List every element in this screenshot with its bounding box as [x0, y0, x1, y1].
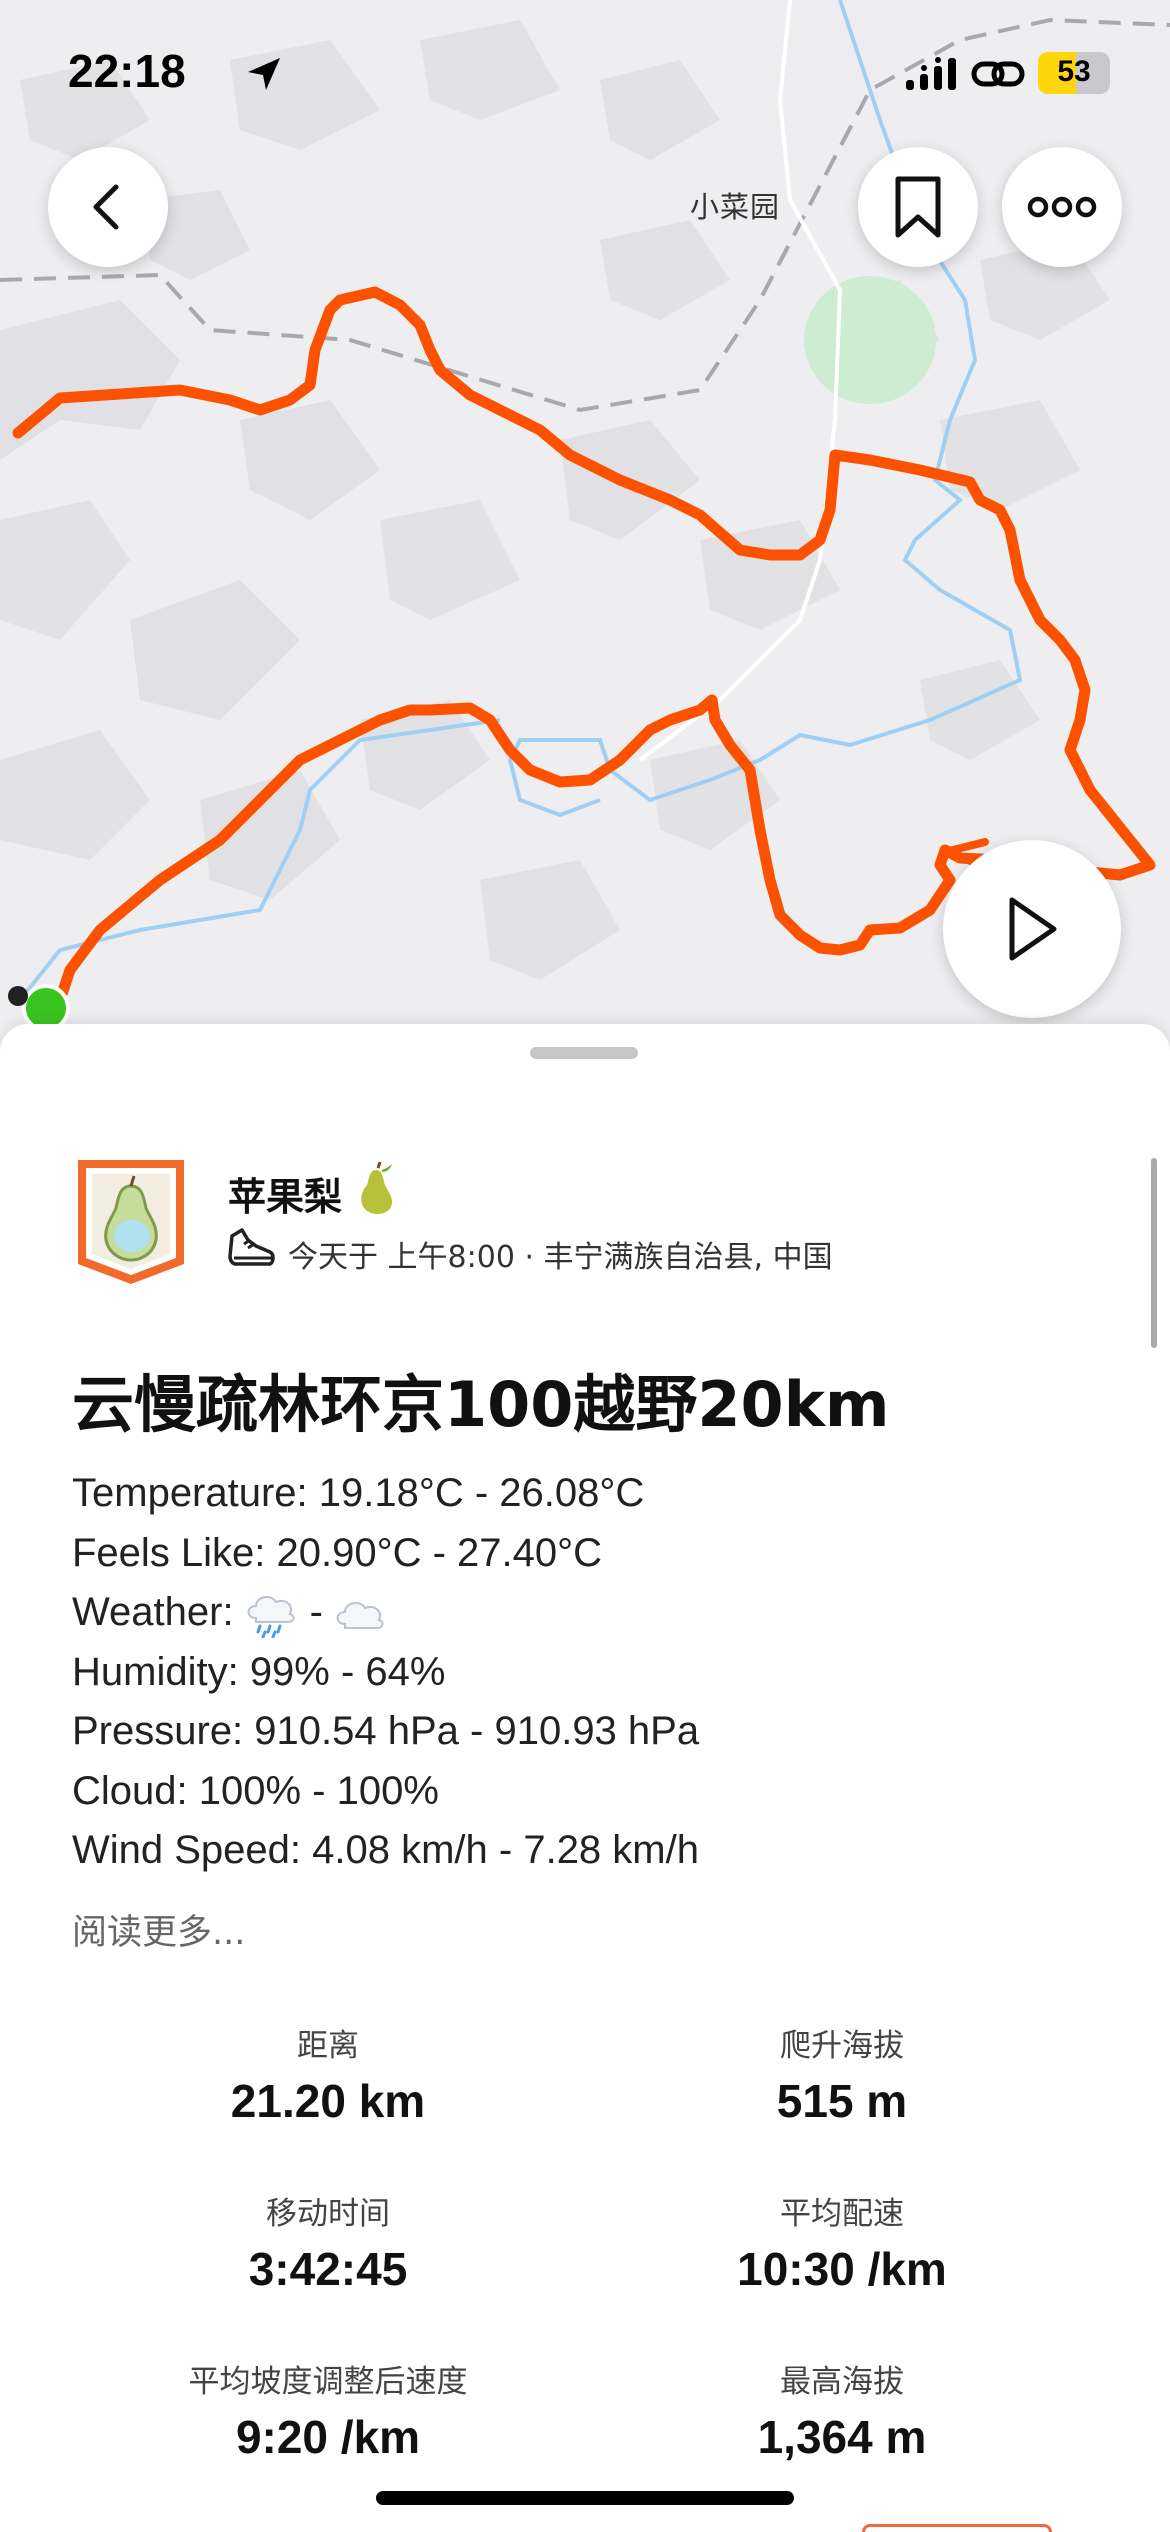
bookmark-icon — [895, 176, 941, 238]
stat-value: 10:30 /km — [737, 2243, 947, 2295]
stat-label: 最高海拔 — [780, 2364, 904, 2400]
desc-cloud: Cloud: 100% - 100% — [72, 1768, 439, 1813]
stat-moving-time: 移动时间 3:42:45 — [68, 2192, 588, 2296]
stat-max-elevation: 最高海拔 1,364 m — [582, 2360, 1102, 2464]
stat-label: 平均坡度调整后速度 — [188, 2364, 468, 2400]
more-button[interactable] — [1002, 147, 1122, 267]
desc-weather-label: Weather: — [72, 1590, 234, 1634]
stat-label: 平均配速 — [780, 2196, 904, 2232]
activity-meta: 今天于 上午8:00 · 丰宁满族自治县, 中国 — [288, 1240, 833, 1275]
battery-icon: 53 — [1038, 52, 1110, 94]
desc-weather-sep: - — [309, 1590, 323, 1634]
bookmark-button[interactable] — [858, 147, 978, 267]
stat-distance: 距离 21.20 km — [68, 2024, 588, 2128]
chevron-left-icon — [93, 184, 119, 230]
desc-wind: Wind Speed: 4.08 km/h - 7.28 km/h — [72, 1828, 699, 1872]
stat-elevation-gain: 爬升海拔 515 m — [582, 2024, 1102, 2128]
battery-level: 53 — [1057, 55, 1091, 88]
desc-temperature: Temperature: 19.18°C - 26.08°C — [72, 1471, 645, 1515]
status-time: 22:18 — [68, 45, 186, 97]
location-arrow-icon — [248, 58, 280, 90]
pear-icon — [361, 1162, 392, 1214]
cloud-icon — [336, 1601, 384, 1629]
status-bar: 22:18 53 — [0, 0, 1170, 140]
cellular-signal-icon — [906, 57, 956, 90]
stat-label: 爬升海拔 — [780, 2028, 904, 2064]
desc-weather: Weather: - — [72, 1583, 699, 1643]
play-icon — [1009, 897, 1057, 961]
stat-value: 9:20 /km — [235, 2411, 421, 2463]
activity-title: 云慢疏林环京100越野20km — [72, 1368, 890, 1441]
next-card-peek[interactable] — [862, 2524, 1052, 2532]
desc-feels-like: Feels Like: 20.90°C - 27.40°C — [72, 1530, 603, 1575]
stat-value: 21.20 km — [230, 2075, 426, 2127]
stat-value: 1,364 m — [757, 2411, 927, 2463]
map-place-label: 小菜园 — [690, 190, 781, 224]
stat-gap-pace: 平均坡度调整后速度 9:20 /km — [68, 2360, 588, 2464]
activity-detail-sheet[interactable]: 苹果梨 今天于 上午8:00 · 丰宁满族自治县, 中国 云慢疏林环京100越野… — [0, 1024, 1170, 2532]
stat-label: 移动时间 — [266, 2196, 390, 2232]
back-button[interactable] — [48, 147, 168, 267]
rain-cloud-icon — [247, 1595, 295, 1638]
stat-value: 515 m — [776, 2075, 908, 2127]
sheet-grabber[interactable] — [530, 1047, 638, 1059]
read-more-link[interactable]: 阅读更多... — [72, 1904, 245, 1955]
athlete-name[interactable]: 苹果梨 — [228, 1166, 342, 1221]
desc-pressure: Pressure: 910.54 hPa - 910.93 hPa — [72, 1709, 700, 1753]
home-indicator[interactable] — [376, 2491, 794, 2505]
athlete-avatar[interactable] — [74, 1156, 188, 1286]
stat-value: 3:42:45 — [248, 2243, 408, 2295]
stat-avg-pace: 平均配速 10:30 /km — [582, 2192, 1102, 2296]
desc-humidity: Humidity: 99% - 64% — [72, 1649, 446, 1694]
stat-label: 距离 — [297, 2028, 359, 2064]
activity-description: Temperature: 19.18°C - 26.08°C Feels Lik… — [72, 1464, 699, 1881]
scroll-indicator[interactable] — [1151, 1158, 1157, 1348]
activity-screen: 小菜园 22:18 53 苹果梨 今天于 上午8:00 · 丰宁满族自治县, 中… — [0, 0, 1170, 2532]
link-icon — [971, 61, 1025, 87]
shoe-icon — [228, 1228, 275, 1266]
play-flyover-button[interactable] — [943, 840, 1121, 1018]
more-icon — [1027, 196, 1097, 218]
